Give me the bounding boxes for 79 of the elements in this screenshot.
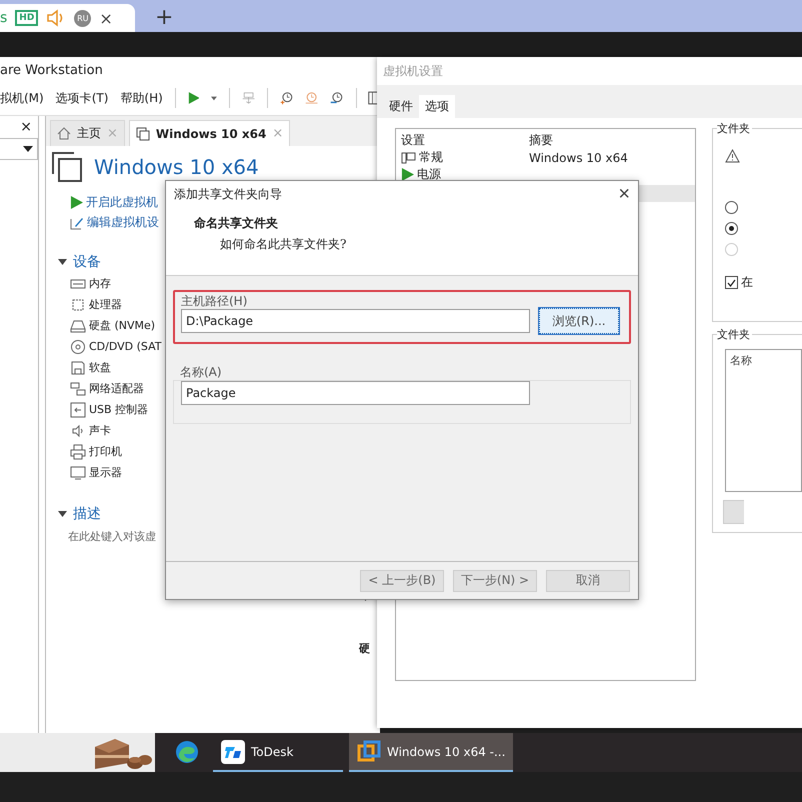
checkbox[interactable]: [725, 276, 738, 289]
close-button[interactable]: ×: [618, 182, 630, 206]
dialog-title: 添加共享文件夹向导: [174, 186, 282, 202]
device-item[interactable]: 软盘: [89, 360, 111, 375]
wizard-button[interactable]: < 上一步(B): [360, 570, 444, 592]
new-tab-button[interactable]: +: [155, 4, 174, 32]
avatar[interactable]: RU: [74, 10, 92, 26]
menu-item[interactable]: 选项卡(T): [56, 90, 108, 106]
browser-icon: [175, 740, 199, 764]
wizard-button[interactable]: 下一步(N) >: [453, 570, 537, 592]
radio-button[interactable]: [725, 222, 738, 235]
caret-icon: [23, 146, 33, 152]
device-item[interactable]: 内存: [89, 276, 111, 291]
browser-tab[interactable]: s HD RU ×: [0, 4, 135, 32]
window-title: 虚拟机设置: [383, 62, 443, 80]
device-item[interactable]: 打印机: [89, 444, 122, 459]
device-item[interactable]: 网络适配器: [89, 381, 144, 396]
field-label: 主机路径(H): [181, 293, 248, 307]
column-header: 设置: [401, 132, 426, 149]
play-icon: [70, 196, 83, 209]
tab-title: s: [0, 10, 8, 26]
wizard-button[interactable]: 取消: [546, 570, 630, 592]
collapse-icon[interactable]: [58, 259, 67, 265]
edit-icon: [70, 216, 84, 230]
menu-item[interactable]: 帮助(H): [120, 90, 163, 106]
device-item[interactable]: 处理器: [89, 297, 122, 312]
caret-icon[interactable]: [211, 96, 218, 100]
home-icon: [57, 127, 71, 140]
browse-button[interactable]: 浏览(R)...: [539, 308, 619, 334]
vm-tab[interactable]: Windows 10 x64 ×: [128, 120, 290, 146]
play-icon: [188, 90, 200, 106]
cd-icon: [70, 338, 86, 354]
taskbar-button[interactable]: Windows 10 x64 -...: [349, 733, 514, 772]
path-field[interactable]: D:\Package: [181, 309, 530, 333]
device-item[interactable]: 声卡: [89, 423, 111, 438]
column-header: 摘要: [529, 132, 554, 149]
radio-button[interactable]: [725, 201, 738, 214]
usb-icon: [70, 402, 86, 418]
processor-icon: [70, 296, 86, 312]
device-item[interactable]: USB 控制器: [89, 402, 148, 417]
device-item[interactable]: CD/DVD (SAT: [89, 340, 162, 353]
settings-tab[interactable]: 选项: [419, 95, 455, 118]
checkbox-label: 在: [741, 274, 753, 291]
wizard-subheading: 如何命名此共享文件夹?: [219, 236, 348, 253]
group-label: 文件夹: [717, 327, 752, 342]
setting-summary: Windows 10 x64: [529, 150, 629, 164]
details-label: 硬: [359, 641, 370, 656]
action-link[interactable]: 编辑虚拟机设: [87, 214, 159, 231]
close-library-button[interactable]: ×: [20, 119, 32, 135]
network-icon: [70, 380, 86, 396]
window-title: are Workstation: [0, 62, 103, 78]
hd-badge: HD: [15, 10, 38, 26]
device-item[interactable]: 硬盘 (NVMe): [89, 318, 156, 333]
taskbar-button[interactable]: ToDesk: [213, 733, 343, 772]
collapse-icon[interactable]: [58, 511, 67, 517]
device-item[interactable]: 显示器: [89, 465, 122, 480]
vm-icon: [52, 152, 82, 182]
name-field[interactable]: Package: [181, 381, 530, 405]
menu-item[interactable]: 拟机(M): [0, 90, 44, 106]
warning-icon: [725, 149, 740, 163]
printer-icon: [70, 444, 86, 460]
field-label: 名称(A): [179, 364, 223, 380]
library-dropdown[interactable]: [0, 138, 38, 160]
close-tab-button[interactable]: ×: [99, 8, 113, 28]
group-label: 文件夹: [717, 121, 752, 136]
app-icon: [357, 740, 381, 764]
action-link[interactable]: 开启此虚拟机: [86, 194, 158, 211]
vm-icon: [136, 126, 150, 140]
vm-tab[interactable]: 主页 ×: [50, 120, 125, 146]
setting-item[interactable]: 常规: [419, 149, 443, 166]
wizard-heading: 命名共享文件夹: [194, 215, 279, 232]
setting-item[interactable]: 电源: [417, 166, 441, 183]
section-heading: 描述: [73, 505, 101, 523]
vm-title: Windows 10 x64: [94, 155, 259, 179]
app-icon: [221, 740, 245, 764]
monitor-icon: [70, 464, 86, 480]
column-header: 名称: [730, 354, 752, 367]
monitor-icon: [401, 152, 416, 164]
section-heading: 设备: [73, 253, 101, 271]
